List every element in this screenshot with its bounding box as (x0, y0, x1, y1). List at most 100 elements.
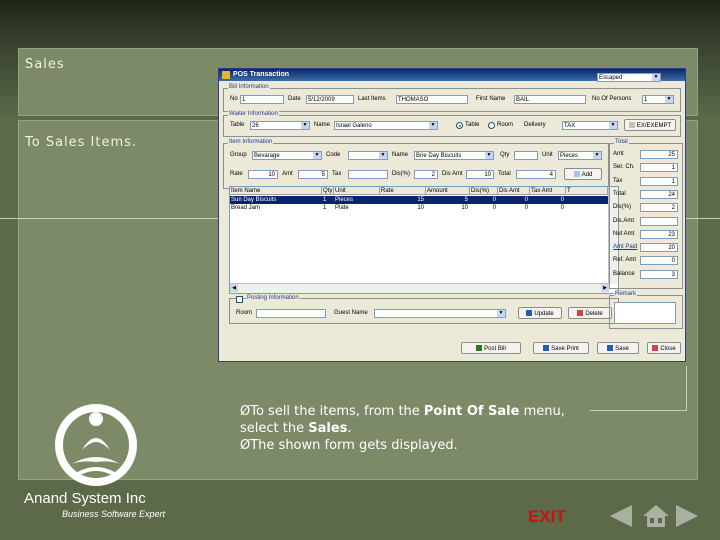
delete-icon (577, 310, 584, 316)
top-combo[interactable]: Escaped ▼ (597, 73, 661, 82)
callout-line-vertical (686, 366, 687, 411)
guest-name-combo[interactable]: ▼ (374, 309, 506, 318)
code-combo[interactable]: ▼ (348, 151, 388, 160)
bullet-icon: Ø (240, 438, 251, 453)
app-icon (222, 71, 230, 79)
total-value-field[interactable]: 1 (640, 176, 678, 186)
total-value-field[interactable]: 23 (640, 229, 678, 239)
close-icon (652, 345, 659, 351)
table-cell: 0 (492, 197, 496, 203)
bottom-button-1[interactable]: Save Print (533, 342, 589, 354)
total-value-field[interactable]: 25 (640, 150, 678, 159)
waiter-name-combo[interactable]: Israel Galeno ▼ (334, 121, 438, 130)
persons-label: No Of Persons (592, 96, 632, 102)
table-cell: 0 (560, 197, 564, 203)
dis-amt-label: Dis Amt (442, 171, 463, 177)
total-value-field[interactable] (640, 216, 678, 226)
grid-header-6[interactable]: Dis Amt (498, 187, 530, 195)
item-name-combo[interactable]: Brie Day Biscuits ▼ (414, 151, 494, 160)
grid-header-2[interactable]: Unit (334, 187, 380, 195)
name-label: Name (314, 122, 331, 128)
exit-link[interactable]: EXIT (528, 507, 566, 527)
table-cell: Plate (335, 205, 349, 211)
table-cell: 1 (323, 205, 327, 211)
unit-combo[interactable]: Pieces ▼ (558, 151, 602, 160)
room-radio[interactable] (488, 122, 495, 129)
triangle-left-icon[interactable] (610, 505, 632, 527)
tax-combo[interactable]: TAX ▼ (562, 121, 618, 130)
grid-header-4[interactable]: Amount (426, 187, 470, 195)
bill-no-field[interactable]: 1 (240, 95, 284, 104)
chevron-down-icon: ▼ (301, 122, 309, 129)
pos-transaction-window: POS Transaction Escaped ▼ Bill Informatio… (218, 68, 686, 362)
first-name-label: First Name (476, 96, 506, 102)
room-label: Room (236, 310, 253, 316)
grid-header-5[interactable]: Dis(%) (470, 187, 498, 195)
update-button[interactable]: Update (518, 307, 562, 319)
total-label: Total (613, 190, 626, 197)
room-field[interactable] (256, 309, 326, 318)
no-label: No (230, 96, 238, 102)
home-icon[interactable] (642, 504, 670, 528)
item-total-field[interactable]: 4 (516, 170, 556, 179)
posting-checkbox[interactable] (236, 296, 243, 303)
group-field-label: Group (230, 152, 247, 158)
delete-button[interactable]: Delete (568, 307, 612, 319)
bottom-button-0[interactable]: Post Bill (461, 342, 521, 354)
button-label: Save (615, 346, 629, 352)
bottom-button-3[interactable]: Close (647, 342, 681, 354)
grid-header-8[interactable]: T (566, 187, 608, 195)
first-name-field[interactable]: BAIL (514, 95, 586, 104)
chevron-down-icon: ▼ (609, 122, 617, 129)
total-label: Ser. Ch. (613, 164, 635, 171)
company-name: Anand System Inc (24, 490, 146, 507)
total-label: Net Amt (613, 230, 635, 237)
instruction-line-2: select the Sales. (240, 421, 352, 436)
table-cell: 0 (524, 205, 528, 211)
chevron-down-icon: ▼ (593, 152, 601, 159)
table-radio[interactable] (456, 122, 463, 129)
scroll-right-icon: ▶ (601, 284, 609, 292)
exemptions-button[interactable]: EX/EXEMPT (624, 119, 676, 131)
grid-header-1[interactable]: Qty (322, 187, 334, 195)
total-value-field[interactable]: 1 (640, 163, 678, 173)
bottom-button-2[interactable]: Save (597, 342, 639, 354)
last-items-field[interactable]: THOMASO (396, 95, 468, 104)
persons-field[interactable]: 1 ▼ (642, 95, 674, 104)
code-label: Code (326, 152, 341, 158)
table-cell: Sun Day Biscuits (231, 197, 277, 203)
item-info-group: Item Information Group Bevarage ▼ Code ▼ … (223, 139, 609, 189)
date-field[interactable]: 5/12/2009 (306, 95, 354, 104)
add-button[interactable]: Add (564, 168, 602, 180)
amt-field[interactable]: 5 (298, 170, 328, 179)
table-combo[interactable]: 26 ▼ (250, 121, 310, 130)
dis-amt-field[interactable]: 10 (466, 170, 494, 179)
tax-field[interactable] (348, 170, 388, 179)
post-bill-icon (476, 345, 483, 351)
grid-header-3[interactable]: Rate (380, 187, 426, 195)
table-row[interactable]: Bread Jam 1 Plate 10 10 0 0 0 (230, 204, 608, 212)
group-combo[interactable]: Bevarage ▼ (252, 151, 322, 160)
remark-field[interactable] (614, 302, 676, 324)
qty-field[interactable] (514, 151, 538, 160)
triangle-right-icon[interactable] (676, 505, 698, 527)
total-value-field[interactable]: 20 (640, 243, 678, 253)
last-items-label: Last Items (358, 96, 386, 102)
items-grid[interactable]: Item Name Qty Unit Rate Amount Dis(%) Dis Amt T… (229, 186, 619, 294)
grid-horizontal-scrollbar[interactable]: ◀ ▶ (230, 283, 609, 293)
rate-field[interactable]: 10 (248, 170, 278, 179)
tax-label: Tax (332, 171, 342, 177)
posting-label: Posting Information (246, 295, 300, 301)
table-cell: Bread Jam (231, 205, 261, 211)
table-row[interactable]: Sun Day Biscuits 1 Pieces 15 5 0 0 0 (230, 196, 608, 204)
grid-header-7[interactable]: Tax Amt (530, 187, 566, 195)
total-value-field[interactable]: 3 (640, 269, 678, 279)
total-value-field[interactable]: 24 (640, 189, 678, 199)
unit-label: Unit (542, 152, 553, 158)
total-value-field[interactable]: 0 (640, 256, 678, 266)
total-value-field[interactable]: 2 (640, 203, 678, 213)
table-cell: 15 (417, 197, 424, 203)
disc-pct-field[interactable]: 2 (414, 170, 438, 179)
bullet-icon: Ø (240, 404, 251, 419)
grid-header-0[interactable]: Item Name (230, 187, 322, 195)
